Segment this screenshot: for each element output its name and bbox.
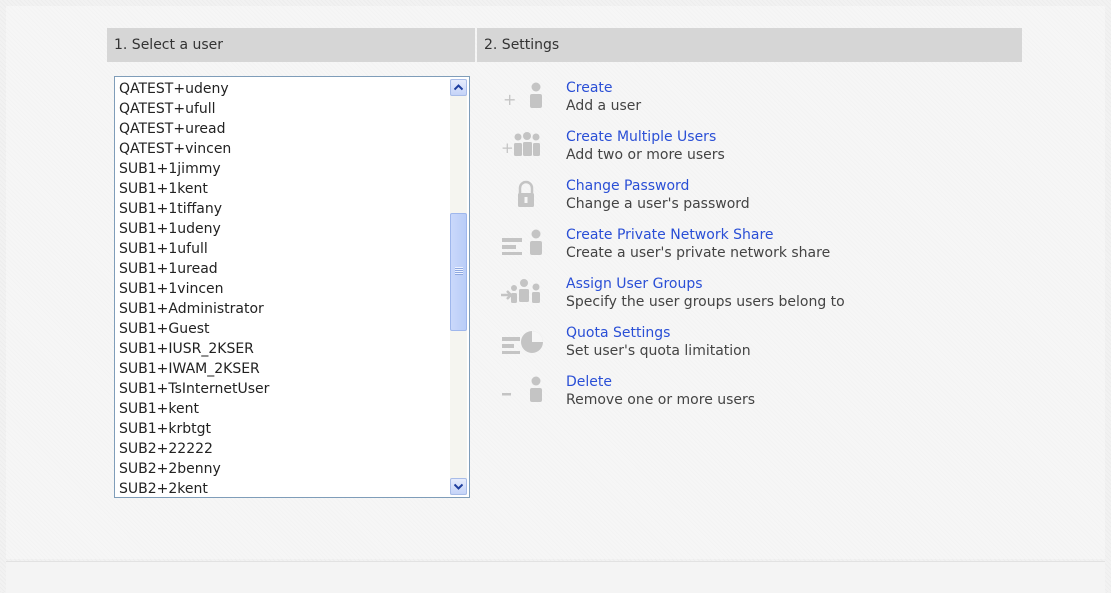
action-assign-user-groups[interactable]: Assign User Groups Specify the user grou… <box>498 275 1018 319</box>
list-item[interactable]: SUB1+1jimmy <box>119 159 447 179</box>
chevron-down-icon <box>454 483 463 490</box>
create-private-network-share-link[interactable]: Create Private Network Share <box>566 226 774 244</box>
action-delete[interactable]: Delete Remove one or more users <box>498 373 1018 417</box>
grip-icon <box>455 267 463 275</box>
list-item[interactable]: SUB1+1kent <box>119 179 447 199</box>
list-item[interactable]: SUB1+IUSR_2KSER <box>119 339 447 359</box>
change-password-link[interactable]: Change Password <box>566 177 689 195</box>
scroll-up-button[interactable] <box>450 79 467 96</box>
user-listbox[interactable]: QATEST+udeny QATEST+ufull QATEST+uread QATE… <box>114 76 470 498</box>
delete-description: Remove one or more users <box>566 392 756 408</box>
remove-user-icon <box>498 373 548 413</box>
lock-icon <box>498 177 548 217</box>
action-create-multiple-users[interactable]: + Create Multiple Users Add two or more … <box>498 128 1018 172</box>
list-item[interactable]: SUB1+1uread <box>119 259 447 279</box>
delete-link[interactable]: Delete <box>566 373 612 391</box>
create-description: Add a user <box>566 98 642 114</box>
action-change-password[interactable]: Change Password Change a user's password <box>498 177 1018 221</box>
change-password-description: Change a user's password <box>566 196 750 212</box>
quota-settings-description: Set user's quota limitation <box>566 343 751 359</box>
chevron-up-icon <box>454 84 463 91</box>
list-item[interactable]: SUB2+2benny <box>119 459 447 479</box>
svg-text:+: + <box>501 139 514 157</box>
list-item[interactable]: SUB1+1udeny <box>119 219 447 239</box>
list-item[interactable]: SUB2+22222 <box>119 439 447 459</box>
user-list: QATEST+udeny QATEST+ufull QATEST+uread QATE… <box>119 79 447 497</box>
list-item[interactable]: SUB1+IWAM_2KSER <box>119 359 447 379</box>
list-item[interactable]: SUB2+2kent <box>119 479 447 497</box>
scrollbar-thumb[interactable] <box>450 213 467 331</box>
action-quota-settings[interactable]: Quota Settings Set user's quota limitati… <box>498 324 1018 368</box>
scrollbar[interactable] <box>450 79 467 495</box>
svg-text:+: + <box>503 90 516 109</box>
create-link[interactable]: Create <box>566 79 613 97</box>
network-share-icon <box>498 226 548 266</box>
settings-header: 2. Settings <box>477 28 1022 62</box>
list-item[interactable]: QATEST+udeny <box>119 79 447 99</box>
action-create-private-network-share[interactable]: Create Private Network Share Create a us… <box>498 226 1018 270</box>
scroll-down-button[interactable] <box>450 478 467 495</box>
list-item[interactable]: SUB1+kent <box>119 399 447 419</box>
quota-pie-icon <box>498 324 548 364</box>
list-item[interactable]: QATEST+ufull <box>119 99 447 119</box>
assign-user-groups-link[interactable]: Assign User Groups <box>566 275 703 293</box>
list-item[interactable]: SUB1+Guest <box>119 319 447 339</box>
create-multiple-users-description: Add two or more users <box>566 147 725 163</box>
create-multiple-users-link[interactable]: Create Multiple Users <box>566 128 716 146</box>
create-private-network-share-description: Create a user's private network share <box>566 245 831 261</box>
select-user-header: 1. Select a user <box>107 28 475 62</box>
list-item[interactable]: SUB1+1tiffany <box>119 199 447 219</box>
action-create[interactable]: + Create Add a user <box>498 79 1018 123</box>
footer-bar <box>6 561 1105 593</box>
user-groups-icon <box>498 275 548 315</box>
list-item[interactable]: QATEST+uread <box>119 119 447 139</box>
list-item[interactable]: SUB1+1vincen <box>119 279 447 299</box>
list-item[interactable]: SUB1+1ufull <box>119 239 447 259</box>
list-item[interactable]: QATEST+vincen <box>119 139 447 159</box>
add-user-icon: + <box>498 79 548 119</box>
add-multiple-users-icon: + <box>498 128 548 168</box>
list-item[interactable]: SUB1+krbtgt <box>119 419 447 439</box>
list-item[interactable]: SUB1+TsInternetUser <box>119 379 447 399</box>
list-item[interactable]: SUB1+Administrator <box>119 299 447 319</box>
assign-user-groups-description: Specify the user groups users belong to <box>566 294 845 310</box>
quota-settings-link[interactable]: Quota Settings <box>566 324 670 342</box>
